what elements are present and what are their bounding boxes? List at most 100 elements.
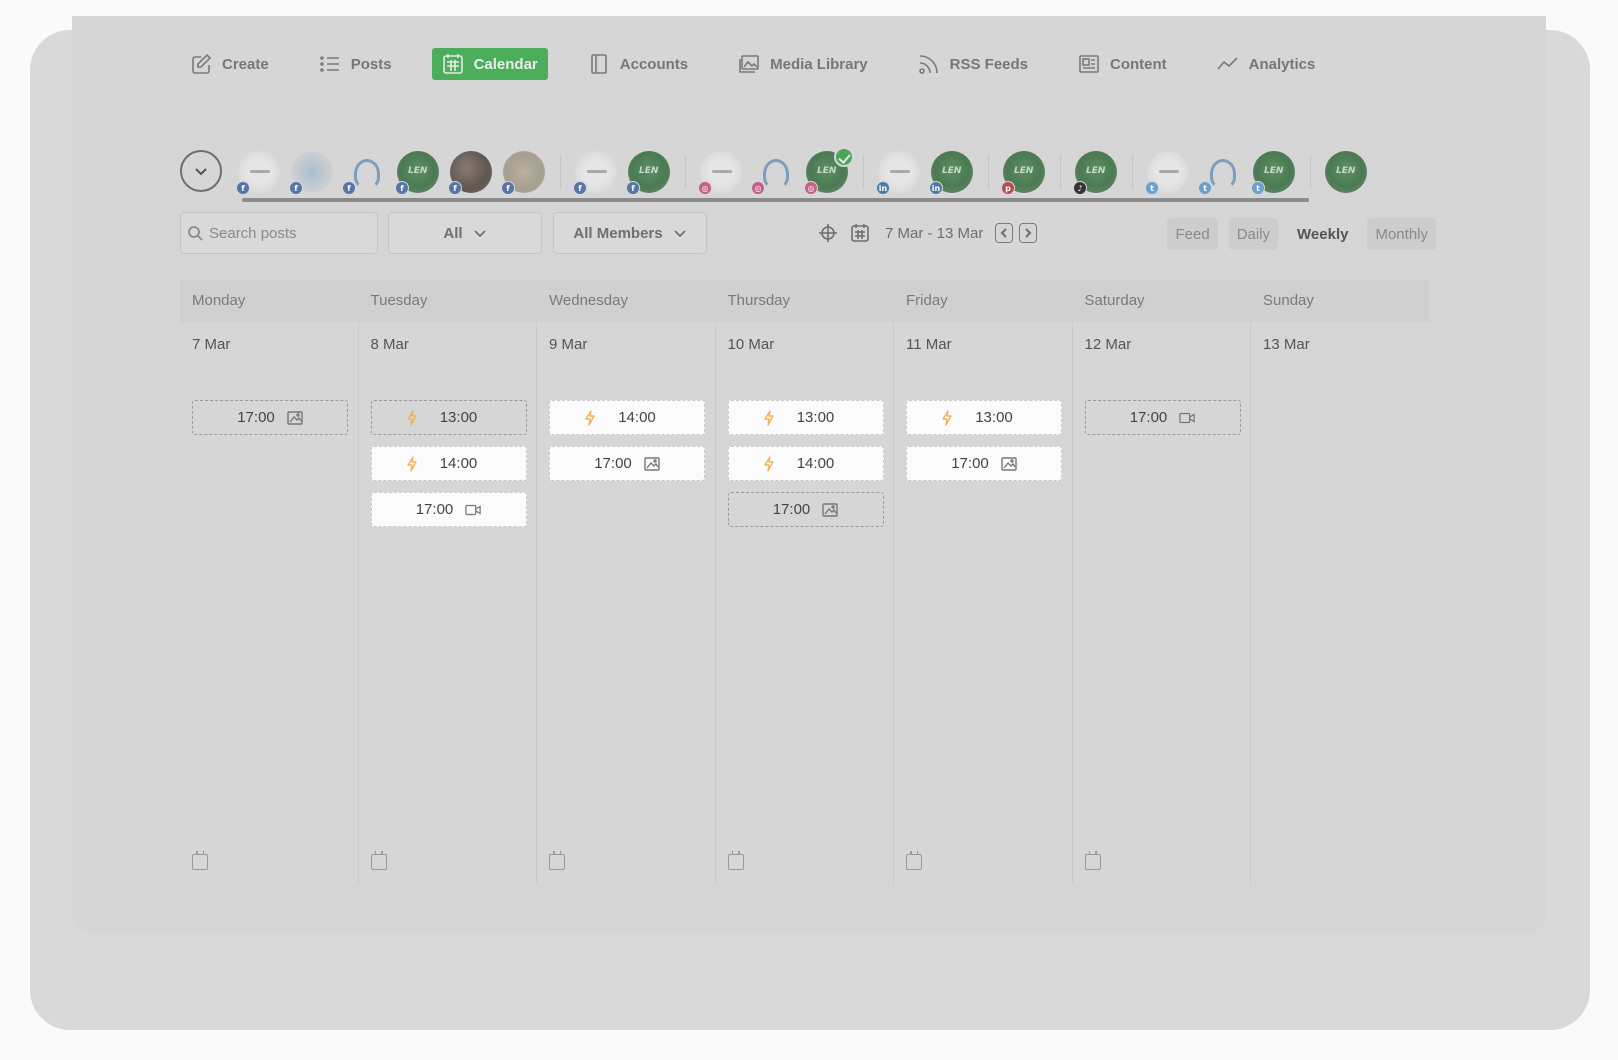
post-event[interactable]: 13:00 bbox=[370, 400, 527, 435]
account-avatar[interactable]: f bbox=[501, 151, 545, 195]
day-events: 13:00 14:00 17:00 bbox=[727, 400, 884, 538]
account-avatar[interactable]: f bbox=[448, 151, 492, 195]
nav-label: Content bbox=[1110, 55, 1167, 73]
event-time: 17:00 bbox=[237, 409, 275, 426]
account-avatar[interactable]: in bbox=[876, 151, 920, 195]
nav-label: Media Library bbox=[770, 55, 868, 73]
nav-label: Accounts bbox=[619, 55, 689, 73]
day-date: 8 Mar bbox=[370, 336, 409, 353]
date-range-label: 7 Mar - 13 Mar bbox=[885, 224, 984, 242]
nav-rss-feeds[interactable]: RSS Feeds bbox=[908, 48, 1038, 80]
add-post-icon[interactable] bbox=[1084, 851, 1101, 870]
account-avatar[interactable]: t bbox=[1145, 151, 1189, 195]
post-event[interactable]: 17:00 bbox=[192, 400, 348, 435]
post-event[interactable]: 14:00 bbox=[370, 446, 527, 481]
day-events: 17:00 bbox=[1084, 400, 1241, 446]
post-event[interactable]: 13:00 bbox=[906, 400, 1062, 435]
post-event[interactable]: 17:00 bbox=[1084, 400, 1241, 435]
prev-week-button[interactable] bbox=[995, 223, 1014, 243]
account-avatar[interactable]: f bbox=[395, 151, 439, 195]
nav-media-library[interactable]: Media Library bbox=[728, 48, 878, 80]
view-daily-button[interactable]: Daily bbox=[1228, 218, 1279, 250]
add-post-icon[interactable] bbox=[192, 851, 208, 870]
day-date: 7 Mar bbox=[192, 336, 231, 353]
account-strip: f f f f f f f f ◎ ◎ ◎ in in p ♪ t t t bbox=[180, 132, 1432, 204]
day-date: 12 Mar bbox=[1084, 336, 1132, 353]
next-week-button[interactable] bbox=[1019, 223, 1038, 243]
day-header-saturday: Saturday bbox=[1084, 292, 1145, 309]
day-events: 14:00 17:00 bbox=[549, 400, 705, 492]
add-post-icon[interactable] bbox=[906, 851, 922, 870]
tt-network-icon: ♪ bbox=[1073, 181, 1087, 195]
account-avatar[interactable]: ◎ bbox=[698, 151, 742, 195]
post-event[interactable]: 14:00 bbox=[727, 446, 884, 481]
add-post-icon[interactable] bbox=[549, 851, 565, 870]
pin-network-icon: p bbox=[1001, 181, 1015, 195]
li-network-icon: in bbox=[929, 181, 943, 195]
account-avatar[interactable]: ♪ bbox=[1073, 151, 1117, 195]
members-filter-dropdown[interactable]: All Members bbox=[553, 212, 707, 254]
day-header-friday: Friday bbox=[906, 292, 948, 309]
event-time: 14:00 bbox=[796, 455, 835, 472]
day-column-tuesday: 8 Mar 13:00 14:00 17:00 bbox=[359, 322, 537, 884]
account-group-divider bbox=[863, 155, 864, 189]
selected-check-icon bbox=[834, 147, 854, 167]
account-avatar[interactable]: f bbox=[626, 151, 670, 195]
fb-network-icon: f bbox=[448, 181, 462, 195]
day-date: 10 Mar bbox=[727, 336, 775, 353]
account-avatar[interactable]: ◎ bbox=[804, 147, 854, 195]
nav-create[interactable]: Create bbox=[180, 48, 279, 80]
crosshair-icon[interactable] bbox=[817, 222, 839, 244]
day-column-wednesday: 9 Mar 14:00 17:00 bbox=[537, 322, 716, 884]
post-event[interactable]: 17:00 bbox=[727, 492, 884, 527]
post-event[interactable]: 13:00 bbox=[727, 400, 884, 435]
collapse-accounts-button[interactable] bbox=[180, 150, 222, 192]
add-post-icon[interactable] bbox=[727, 851, 744, 870]
account-scrollbar[interactable] bbox=[242, 198, 1309, 202]
view-monthly-button[interactable]: Monthly bbox=[1367, 218, 1436, 250]
search-input[interactable] bbox=[209, 224, 369, 242]
nav-content[interactable]: Content bbox=[1068, 48, 1177, 80]
add-post-icon[interactable] bbox=[370, 851, 387, 870]
account-avatar[interactable]: t bbox=[1251, 151, 1295, 195]
view-weekly-button[interactable]: Weekly bbox=[1289, 218, 1357, 250]
view-feed-button[interactable]: Feed bbox=[1167, 218, 1218, 250]
account-avatar[interactable]: p bbox=[1001, 151, 1045, 195]
account-group-divider bbox=[988, 155, 989, 189]
search-box bbox=[180, 212, 378, 254]
post-event[interactable]: 17:00 bbox=[906, 446, 1062, 481]
bolt-icon bbox=[763, 456, 774, 472]
event-time: 14:00 bbox=[618, 409, 656, 426]
li-network-icon: in bbox=[876, 181, 890, 195]
account-avatar[interactable]: f bbox=[289, 151, 333, 195]
account-avatar[interactable]: f bbox=[236, 151, 280, 195]
account-group-divider bbox=[1132, 155, 1133, 189]
image-icon bbox=[644, 456, 660, 471]
account-avatar[interactable]: f bbox=[573, 151, 617, 195]
nav-analytics[interactable]: Analytics bbox=[1207, 48, 1326, 80]
post-event[interactable]: 17:00 bbox=[549, 446, 705, 481]
nav-posts[interactable]: Posts bbox=[309, 48, 402, 80]
account-avatar[interactable]: t bbox=[1198, 151, 1242, 195]
account-avatar[interactable]: f bbox=[342, 151, 386, 195]
account-avatar[interactable]: in bbox=[929, 151, 973, 195]
nav-accounts[interactable]: Accounts bbox=[578, 48, 698, 80]
nav-calendar[interactable]: Calendar bbox=[431, 48, 548, 80]
post-event[interactable]: 17:00 bbox=[370, 492, 527, 527]
day-events: 13:00 14:00 17:00 bbox=[370, 400, 527, 538]
bolt-icon bbox=[406, 456, 417, 472]
calendar-picker-icon[interactable] bbox=[849, 222, 871, 244]
fb-network-icon: f bbox=[501, 181, 515, 195]
chevron-down-icon bbox=[195, 168, 207, 176]
event-time: 13:00 bbox=[439, 409, 478, 426]
event-time: 14:00 bbox=[439, 455, 478, 472]
type-filter-dropdown[interactable]: All bbox=[388, 212, 542, 254]
day-header-wednesday: Wednesday bbox=[549, 292, 628, 309]
day-column-monday: 7 Mar 17:00 bbox=[180, 322, 359, 884]
account-avatar[interactable] bbox=[1325, 151, 1367, 193]
day-events: 17:00 bbox=[192, 400, 348, 446]
account-avatar[interactable]: ◎ bbox=[751, 151, 795, 195]
account-group-divider bbox=[1310, 155, 1311, 189]
event-time: 17:00 bbox=[772, 501, 811, 518]
post-event[interactable]: 14:00 bbox=[549, 400, 705, 435]
